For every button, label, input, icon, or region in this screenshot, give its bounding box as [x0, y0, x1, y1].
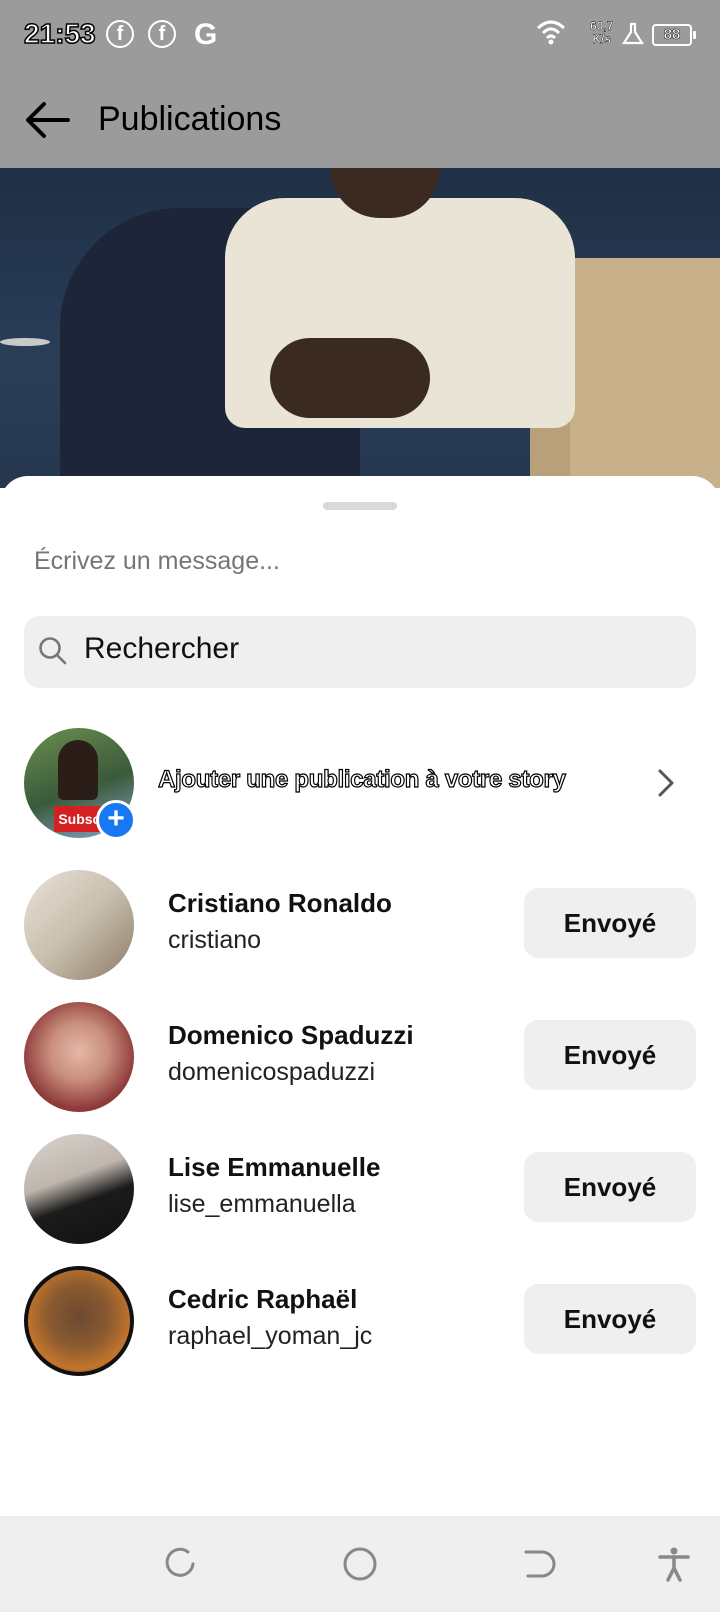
contact-row[interactable]: Domenico Spaduzzi domenicospaduzzi Envoy… [0, 1002, 720, 1114]
post-image [0, 168, 720, 488]
system-nav-bar [0, 1516, 720, 1612]
status-bar: 21:53 f f G 60,7 K/s 88 [0, 0, 720, 72]
recent-apps-icon[interactable] [162, 1546, 198, 1582]
contact-row[interactable]: Cedric Raphaël raphael_yoman_jc Envoyé [0, 1266, 720, 1378]
contact-name: Lise Emmanuelle [168, 1152, 381, 1182]
avatar [24, 1266, 134, 1376]
speed-unit: K/s [592, 32, 612, 46]
share-sheet: Rechercher Subscri + Ajouter une publica… [0, 476, 720, 1516]
app-header: Publications [0, 72, 720, 168]
flask-icon [622, 22, 644, 45]
photo-lamp [0, 338, 50, 346]
accessibility-icon[interactable] [656, 1546, 692, 1582]
sent-button[interactable]: Envoyé [524, 1152, 696, 1222]
back-arrow-icon[interactable] [22, 98, 74, 142]
back-icon[interactable] [522, 1546, 558, 1582]
facebook-icon: f [148, 20, 176, 48]
search-icon [39, 637, 67, 665]
network-speed: 60,7 K/s [590, 19, 614, 46]
contact-name: Cristiano Ronaldo [168, 888, 392, 918]
sent-button[interactable]: Envoyé [524, 888, 696, 958]
photo-sofa [550, 258, 720, 488]
chevron-right-icon [658, 769, 674, 797]
story-label: Ajouter une publication à votre story [157, 765, 566, 793]
avatar [24, 1002, 134, 1112]
contact-username: raphael_yoman_jc [168, 1322, 373, 1350]
contact-name: Cedric Raphaël [168, 1284, 358, 1314]
contact-row[interactable]: Cristiano Ronaldo cristiano Envoyé [0, 870, 720, 982]
sent-button[interactable]: Envoyé [524, 1284, 696, 1354]
message-input[interactable] [32, 546, 636, 577]
contact-username: domenicospaduzzi [168, 1058, 376, 1086]
search-placeholder: Rechercher [84, 632, 240, 665]
contact-row[interactable]: Lise Emmanuelle lise_emmanuella Envoyé [0, 1134, 720, 1246]
search-bar[interactable]: Rechercher [24, 616, 696, 688]
contact-username: cristiano [168, 926, 262, 954]
avatar [24, 1134, 134, 1244]
add-plus-icon: + [96, 800, 136, 840]
battery-icon: 88 [652, 24, 696, 46]
home-icon[interactable] [342, 1546, 378, 1582]
wifi-icon [536, 20, 566, 45]
contact-username: lise_emmanuella [168, 1190, 356, 1218]
drag-handle[interactable] [323, 502, 397, 510]
status-time: 21:53 [23, 17, 96, 50]
page-title: Publications [98, 100, 282, 138]
add-to-story-row[interactable]: Subscri + Ajouter une publication à votr… [0, 728, 720, 848]
google-icon: G [194, 18, 218, 51]
contact-name: Domenico Spaduzzi [168, 1020, 414, 1050]
facebook-icon: f [106, 20, 134, 48]
photo-hands [270, 338, 430, 418]
sent-button[interactable]: Envoyé [524, 1020, 696, 1090]
avatar-person [58, 740, 98, 800]
avatar [24, 870, 134, 980]
